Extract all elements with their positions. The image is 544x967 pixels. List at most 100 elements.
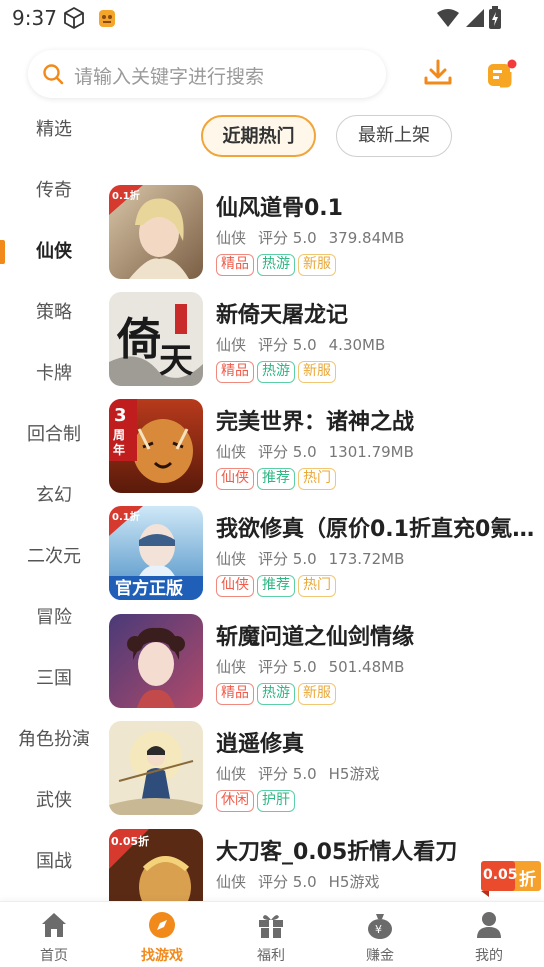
game-rating: 评分 5.0 [258,443,317,461]
sidebar-item-celue[interactable]: 策略 [0,293,108,333]
svg-text:年: 年 [113,442,125,457]
game-meta: 仙侠 评分 5.0 501.48MB [216,656,416,677]
status-bar: 9:37 [0,0,544,38]
category-sidebar: 精选 传奇 仙侠 策略 卡牌 回合制 玄幻 二次元 冒险 三国 角色扮演 武侠 … [0,100,108,900]
home-icon [42,913,66,937]
nav-label: 我的 [475,948,503,964]
tag: 新服 [298,254,336,276]
tag: 精品 [216,683,254,705]
message-icon[interactable] [486,58,518,94]
sidebar-item-guozhan[interactable]: 国战 [0,842,108,882]
game-category: 仙侠 [216,765,247,783]
game-tags: 精品 热游 新服 [216,253,339,276]
game-icon-zhanmowendao [109,614,203,708]
game-size: 173.72MB [328,550,405,568]
signal-icon [463,8,485,32]
game-name: 完美世界：诸神之战 [216,410,415,435]
sidebar-item-jingxuan[interactable]: 精选 [0,110,108,150]
nav-label: 赚金 [366,948,394,964]
sidebar-item-chuanqi[interactable]: 传奇 [0,171,108,211]
tag: 仙侠 [216,468,254,490]
game-icon-wanmeishijie: 3 周 年 [109,399,203,493]
game-list-item[interactable]: 0.1折 官方正版 我欲修真（原价0.1折直充0氪版） 仙侠 评分 5.0 173.… [108,506,544,606]
svg-text:倚: 倚 [116,314,161,365]
tag: 休闲 [216,790,254,812]
sidebar-item-erciyuan[interactable]: 二次元 [0,537,108,577]
game-name: 我欲修真（原价0.1折直充0氪版） [216,517,538,542]
sidebar-item-wuxia[interactable]: 武侠 [0,781,108,821]
game-list-item[interactable]: 0.1折 仙风道骨0.1 仙侠 评分 5.0 379.84MB 精品 热游 新服 [108,185,544,285]
game-list-item[interactable]: 倚 天 新倚天屠龙记 仙侠 评分 5.0 4.30MB 精品 热游 新服 [108,292,544,392]
search-placeholder: 请输入关键字进行搜索 [74,66,265,88]
game-rating: 评分 5.0 [258,658,317,676]
nav-earn[interactable]: ¥ 赚金 [326,902,434,967]
game-name: 新倚天屠龙记 [216,303,349,328]
sidebar-item-huihezhi[interactable]: 回合制 [0,415,108,455]
game-meta: 仙侠 评分 5.0 173.72MB [216,548,416,569]
search-icon [42,63,64,89]
tag: 热游 [257,361,295,383]
game-meta: 仙侠 评分 5.0 379.84MB [216,227,416,248]
svg-text:周: 周 [113,428,125,442]
game-meta: 仙侠 评分 5.0 H5游戏 [216,871,391,892]
game-size: 4.30MB [328,336,386,354]
download-icon[interactable] [422,58,454,92]
game-size: 1301.79MB [328,443,414,461]
game-name: 斩魔问道之仙剑情缘 [216,625,415,650]
game-list-item[interactable]: 斩魔问道之仙剑情缘 仙侠 评分 5.0 501.48MB 精品 热游 新服 [108,614,544,714]
tag: 护肝 [257,790,295,812]
tag: 推荐 [257,468,295,490]
cube-icon [62,6,86,34]
game-category: 仙侠 [216,550,247,568]
game-tags: 休闲 护肝 [216,789,298,812]
svg-text:官方正版: 官方正版 [115,578,183,599]
game-tags: 仙侠 推荐 热门 [216,467,339,490]
game-category: 仙侠 [216,229,247,247]
game-tags: 精品 热游 新服 [216,360,339,383]
gift-icon [259,915,283,938]
game-size: 501.48MB [328,658,405,676]
game-icon-xiaoyaoxiuzhen [109,721,203,815]
game-size: H5游戏 [328,765,380,783]
nav-welfare[interactable]: 福利 [217,902,325,967]
user-icon [477,912,501,938]
game-rating: 评分 5.0 [258,336,317,354]
svg-text:天: 天 [159,341,193,381]
sidebar-item-maoxian[interactable]: 冒险 [0,598,108,638]
filter-newest[interactable]: 最新上架 [336,115,452,157]
game-icon-woyuxiuzhen: 0.1折 官方正版 [109,506,203,600]
sidebar-item-xianxia[interactable]: 仙侠 [0,232,108,272]
tag: 热游 [257,683,295,705]
tag: 新服 [298,361,336,383]
game-rating: 评分 5.0 [258,765,317,783]
game-name: 逍遥修真 [216,732,305,757]
tag: 热门 [298,468,336,490]
nav-find-games[interactable]: 找游戏 [108,902,216,967]
discount-value: 0.05 [483,867,518,883]
sidebar-item-juese[interactable]: 角色扮演 [0,720,108,760]
status-time: 9:37 [12,6,57,30]
game-tags: 精品 热游 新服 [216,682,339,705]
tag: 精品 [216,361,254,383]
tag: 推荐 [257,575,295,597]
sidebar-item-sanguo[interactable]: 三国 [0,659,108,699]
search-input[interactable]: 请输入关键字进行搜索 [28,50,386,98]
sidebar-item-kapai[interactable]: 卡牌 [0,354,108,394]
svg-text:3: 3 [114,405,127,426]
tag: 热门 [298,575,336,597]
svg-text:0.1折: 0.1折 [112,189,140,202]
sidebar-item-xuanhuan[interactable]: 玄幻 [0,476,108,516]
game-list-item[interactable]: 3 周 年 完美世界：诸神之战 仙侠 评分 5.0 1301.79MB 仙侠 推荐 热门 [108,399,544,499]
coin-bag-icon: ¥ [368,914,392,939]
game-category: 仙侠 [216,336,247,354]
game-size: H5游戏 [328,873,380,891]
nav-home[interactable]: 首页 [0,902,108,967]
nav-label: 首页 [40,948,68,964]
filter-recent-hot[interactable]: 近期热门 [201,115,316,157]
nav-mine[interactable]: 我的 [435,902,543,967]
game-category: 仙侠 [216,658,247,676]
game-list-item[interactable]: 逍遥修真 仙侠 评分 5.0 H5游戏 休闲 护肝 [108,721,544,821]
tag: 仙侠 [216,575,254,597]
game-rating: 评分 5.0 [258,550,317,568]
discount-float-button[interactable]: 0.05 折 [479,857,544,897]
